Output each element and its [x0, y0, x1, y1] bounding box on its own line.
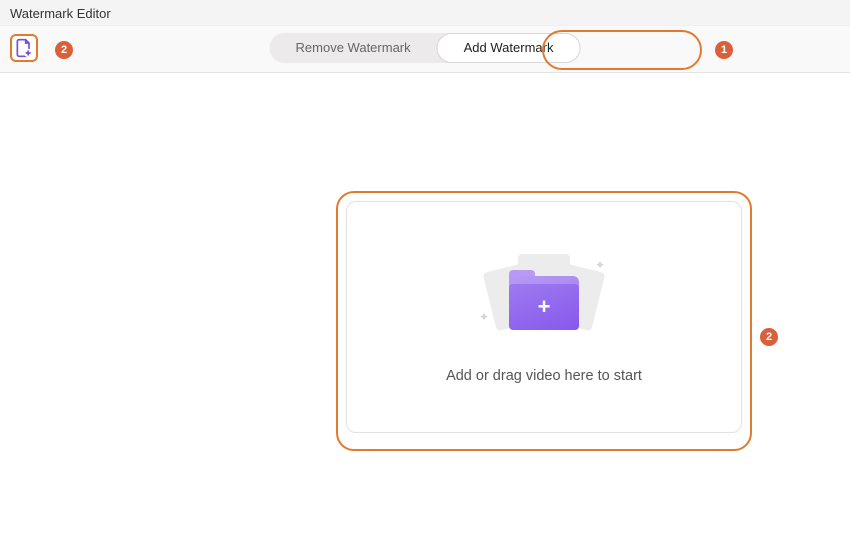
watermark-mode-tabs: Remove Watermark Add Watermark	[270, 33, 581, 63]
callout-badge-2a: 2	[55, 41, 73, 59]
tab-remove-watermark[interactable]: Remove Watermark	[270, 33, 437, 63]
video-dropzone[interactable]: ✦ ✦ Add or drag video here to start	[346, 201, 742, 433]
dropzone-prompt: Add or drag video here to start	[446, 368, 642, 384]
tab-add-watermark[interactable]: Add Watermark	[437, 33, 581, 63]
content-area: ✦ ✦ Add or drag video here to start	[0, 73, 850, 543]
window-title-bar: Watermark Editor	[0, 0, 850, 26]
callout-badge-1: 1	[715, 41, 733, 59]
callout-badge-2b: 2	[760, 328, 778, 346]
add-file-button[interactable]	[10, 34, 38, 62]
window-title: Watermark Editor	[10, 6, 111, 21]
folder-plus-icon: ✦ ✦	[479, 250, 609, 342]
file-plus-icon	[14, 38, 34, 58]
